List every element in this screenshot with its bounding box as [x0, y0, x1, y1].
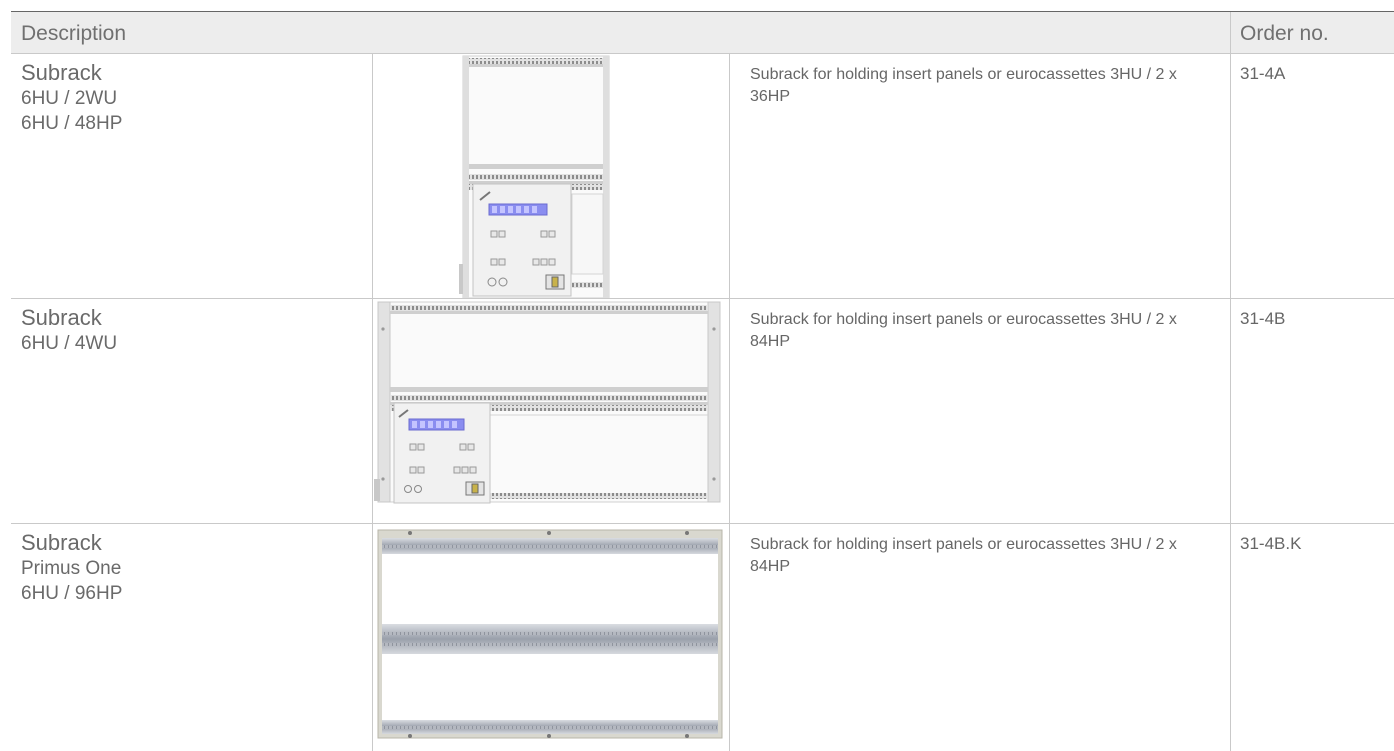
- product-name-cell: Subrack 6HU / 2WU 6HU / 48HP: [21, 60, 361, 136]
- column-divider: [1230, 299, 1231, 523]
- product-spec: 6HU / 96HP: [21, 583, 123, 604]
- product-name: Subrack: [21, 530, 102, 555]
- product-spec: 6HU / 4WU: [21, 333, 118, 354]
- table-header: Description Order no.: [11, 11, 1394, 54]
- product-description: Subrack for holding insert panels or eur…: [750, 536, 1177, 575]
- subrack-primus-one-image: [377, 529, 723, 739]
- column-divider: [729, 524, 730, 751]
- subrack-narrow-with-control-panel-image: [459, 55, 610, 298]
- header-order-no: Order no.: [1240, 22, 1329, 45]
- header-divider: [1230, 12, 1231, 53]
- product-table: Description Order no. Subrack 6HU / 2WU …: [11, 11, 1394, 751]
- table-row: Subrack Primus One 6HU / 96HP Subrack fo…: [11, 524, 1394, 751]
- column-divider: [1230, 54, 1231, 298]
- product-spec: Primus One: [21, 558, 122, 579]
- order-number: 31-4B.K: [1240, 534, 1302, 553]
- product-description: Subrack for holding insert panels or eur…: [750, 311, 1177, 350]
- header-description: Description: [21, 22, 127, 45]
- table-row: Subrack 6HU / 2WU 6HU / 48HP Subrack for…: [11, 54, 1394, 299]
- product-spec: 6HU / 2WU: [21, 88, 118, 109]
- subrack-wide-with-control-panel-image: [374, 301, 721, 504]
- product-name-cell: Subrack 6HU / 4WU: [21, 305, 361, 356]
- product-name-cell: Subrack Primus One 6HU / 96HP: [21, 530, 361, 606]
- order-number: 31-4B: [1240, 309, 1286, 328]
- product-spec: 6HU / 48HP: [21, 113, 123, 134]
- product-description: Subrack for holding insert panels or eur…: [750, 66, 1177, 105]
- product-image-cell: [372, 299, 729, 523]
- column-divider: [1230, 524, 1231, 751]
- table-row: Subrack 6HU / 4WU Subrack for holding in…: [11, 299, 1394, 524]
- column-divider: [729, 54, 730, 298]
- product-image-cell: [372, 54, 729, 298]
- column-divider: [729, 299, 730, 523]
- product-name: Subrack: [21, 305, 102, 330]
- product-image-cell: [372, 524, 729, 751]
- product-name: Subrack: [21, 60, 102, 85]
- order-number: 31-4A: [1240, 64, 1286, 83]
